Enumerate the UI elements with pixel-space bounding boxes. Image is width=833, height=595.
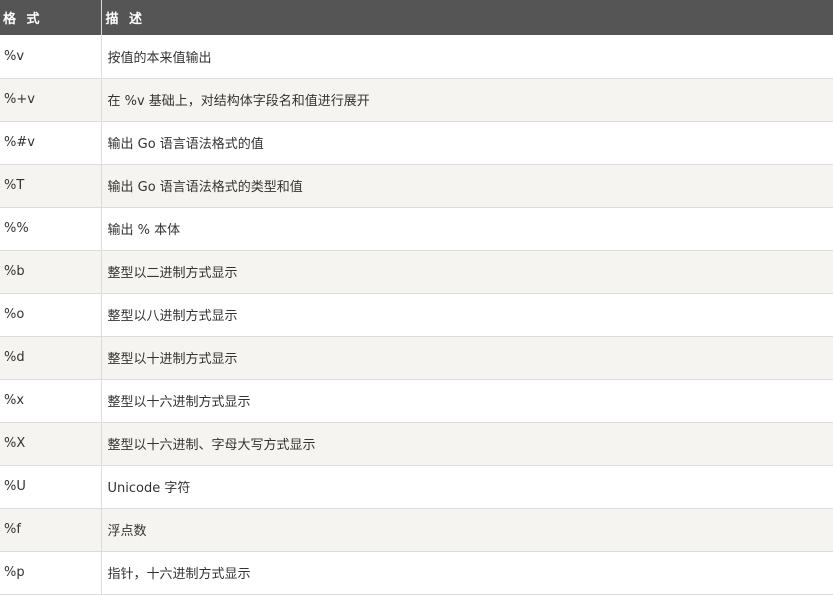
table-row: %x 整型以十六进制方式显示	[0, 379, 833, 423]
table-body: %v 按值的本来值输出 %+v 在 %v 基础上，对结构体字段名和值进行展开 %…	[0, 35, 833, 595]
format-cell: %#v	[0, 121, 102, 165]
description-cell: 输出 Go 语言语法格式的类型和值	[101, 164, 833, 208]
description-cell: 整型以八进制方式显示	[101, 293, 833, 337]
format-cell: %x	[0, 379, 102, 423]
table-row: %p 指针，十六进制方式显示	[0, 551, 833, 595]
description-cell: 指针，十六进制方式显示	[101, 551, 833, 595]
table-row: %b 整型以二进制方式显示	[0, 250, 833, 294]
table-row: %T 输出 Go 语言语法格式的类型和值	[0, 164, 833, 208]
format-table: 格 式 描 述 %v 按值的本来值输出 %+v 在 %v 基础上，对结构体字段名…	[0, 0, 833, 595]
description-cell: Unicode 字符	[101, 465, 833, 509]
format-cell: %d	[0, 336, 102, 380]
description-cell: 浮点数	[101, 508, 833, 552]
format-cell: %o	[0, 293, 102, 337]
table-row: %#v 输出 Go 语言语法格式的值	[0, 121, 833, 165]
table-row: %% 输出 % 本体	[0, 207, 833, 251]
table-row: %v 按值的本来值输出	[0, 35, 833, 79]
description-cell: 整型以十进制方式显示	[101, 336, 833, 380]
header-description: 描 述	[101, 0, 833, 35]
format-cell: %T	[0, 164, 102, 208]
description-cell: 整型以二进制方式显示	[101, 250, 833, 294]
table-row: %f 浮点数	[0, 508, 833, 552]
description-cell: 输出 % 本体	[101, 207, 833, 251]
description-cell: 整型以十六进制方式显示	[101, 379, 833, 423]
format-cell: %U	[0, 465, 102, 509]
description-cell: 在 %v 基础上，对结构体字段名和值进行展开	[101, 78, 833, 122]
description-cell: 按值的本来值输出	[101, 35, 833, 79]
table-row: %d 整型以十进制方式显示	[0, 336, 833, 380]
format-cell: %X	[0, 422, 102, 466]
header-row: 格 式 描 述	[0, 0, 833, 35]
table-row: %X 整型以十六进制、字母大写方式显示	[0, 422, 833, 466]
table-row: %o 整型以八进制方式显示	[0, 293, 833, 337]
description-cell: 整型以十六进制、字母大写方式显示	[101, 422, 833, 466]
table-row: %+v 在 %v 基础上，对结构体字段名和值进行展开	[0, 78, 833, 122]
header-format: 格 式	[0, 0, 102, 35]
format-cell: %f	[0, 508, 102, 552]
format-cell: %+v	[0, 78, 102, 122]
format-cell: %b	[0, 250, 102, 294]
format-cell: %%	[0, 207, 102, 251]
table-row: %U Unicode 字符	[0, 465, 833, 509]
description-cell: 输出 Go 语言语法格式的值	[101, 121, 833, 165]
format-cell: %p	[0, 551, 102, 595]
format-cell: %v	[0, 35, 102, 79]
table-header: 格 式 描 述	[0, 0, 833, 35]
